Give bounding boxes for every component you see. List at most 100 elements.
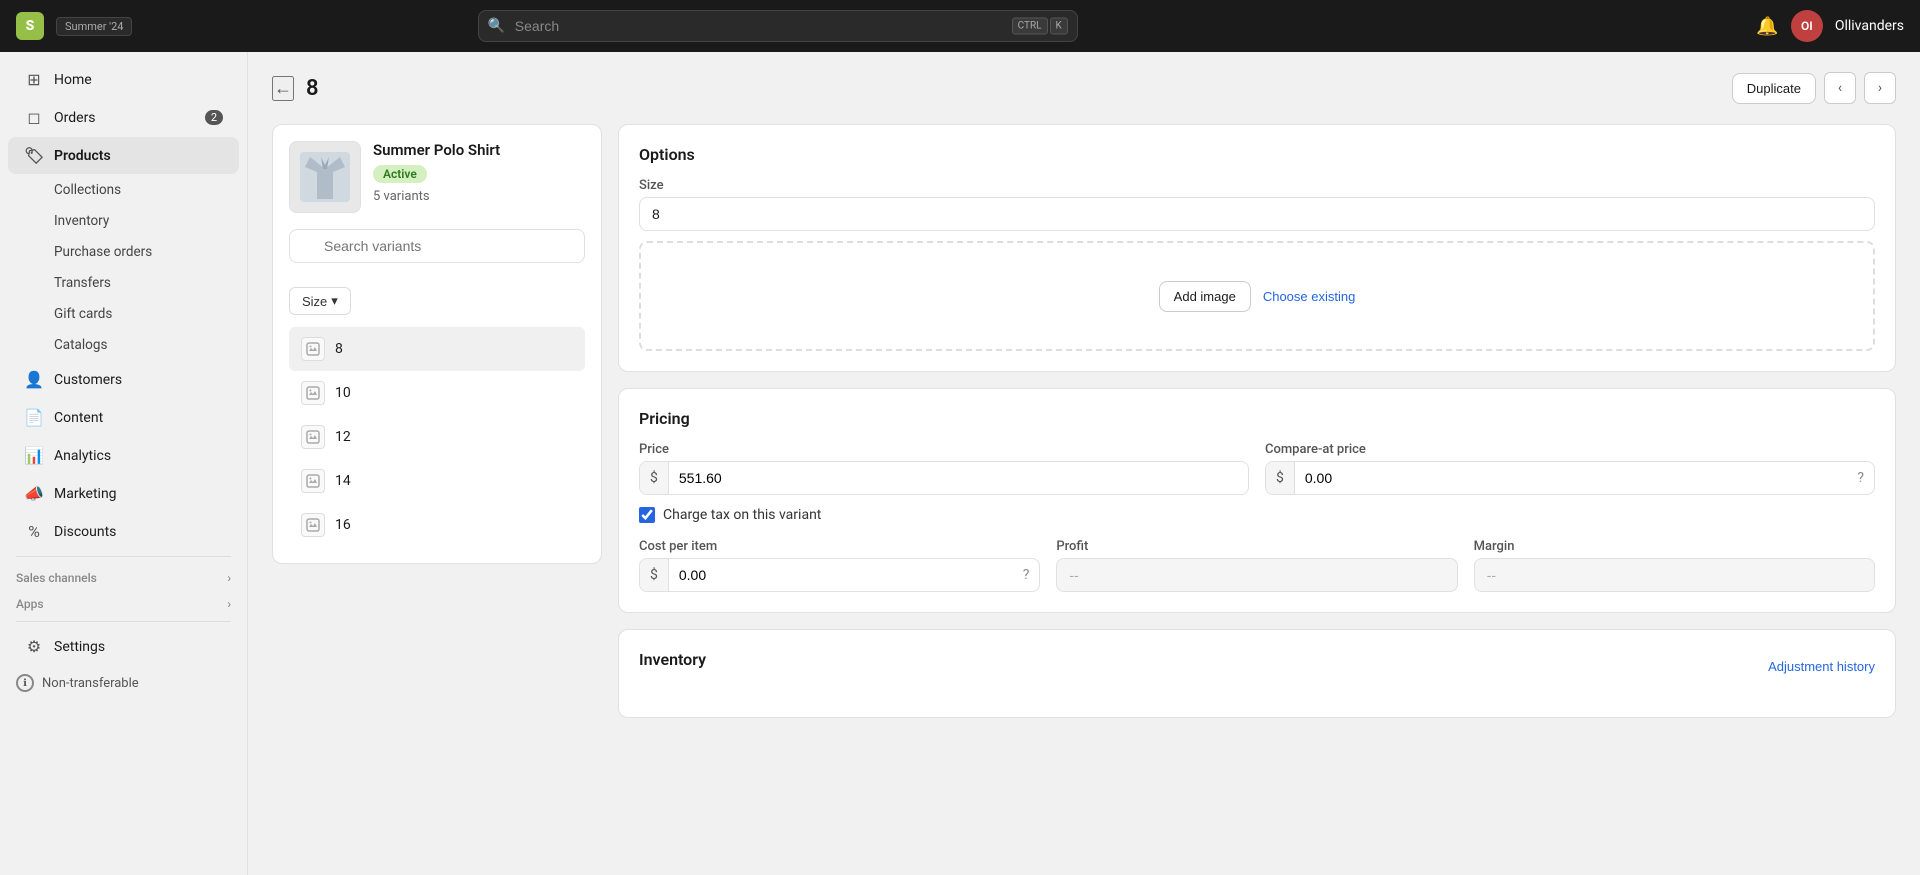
charge-tax-row: Charge tax on this variant [639,507,1875,523]
inventory-title: Inventory [639,650,706,669]
profit-field: Profit [1056,539,1457,592]
size-field-input[interactable] [639,197,1875,231]
notifications-icon[interactable]: 🔔 [1756,16,1778,37]
variant-label: 12 [335,429,351,445]
search-variants-input[interactable] [289,229,585,263]
margin-label: Margin [1474,539,1875,554]
apps-section[interactable]: Apps › [0,589,247,615]
sidebar-item-settings[interactable]: ⚙ Settings [8,628,239,665]
price-input[interactable] [669,462,1248,494]
user-name: Ollivanders [1835,18,1904,34]
price-currency: $ [640,462,669,494]
inventory-label: Inventory [54,213,109,229]
variant-item[interactable]: 12 [289,415,585,459]
sidebar-item-gift-cards[interactable]: Gift cards [8,299,239,329]
variant-image-icon [301,469,325,493]
avatar[interactable]: OI [1791,10,1823,42]
sidebar-item-catalogs[interactable]: Catalogs [8,330,239,360]
compare-price-input[interactable] [1295,462,1848,494]
pricing-title: Pricing [639,409,1875,428]
margin-field: Margin [1474,539,1875,592]
orders-badge: 2 [205,110,223,125]
non-transferable-icon: ℹ [16,674,34,692]
sidebar-item-transfers[interactable]: Transfers [8,268,239,298]
non-transferable-item[interactable]: ℹ Non-transferable [0,666,247,700]
search-shortcuts: CTRL K [1012,18,1068,35]
sidebar-item-customers[interactable]: 👤 Customers [8,361,239,398]
status-badge: Active [373,165,427,183]
search-variants-wrapper: 🔍 [289,229,585,275]
products-icon: 🏷 [24,146,44,165]
marketing-icon: 📣 [24,484,44,503]
compare-price-input-wrapper: $ ? [1265,461,1875,495]
home-icon: ⊞ [24,70,44,89]
size-filter-label: Size [302,294,327,309]
variant-item[interactable]: 10 [289,371,585,415]
price-label: Price [639,442,1249,457]
charge-tax-checkbox[interactable] [639,507,655,523]
sidebar-item-home[interactable]: ⊞ Home [8,61,239,98]
choose-existing-button[interactable]: Choose existing [1263,289,1356,304]
product-thumbnail [289,141,361,213]
next-button[interactable]: › [1864,72,1896,104]
right-panel: Options Size Add image Choose existing P… [618,124,1896,718]
sidebar-item-collections[interactable]: Collections [8,175,239,205]
page-header: ← 8 Duplicate ‹ › [272,72,1896,104]
duplicate-button[interactable]: Duplicate [1732,73,1816,104]
options-card: Options Size Add image Choose existing [618,124,1896,372]
search-icon: 🔍 [488,18,505,34]
cost-input-wrapper: $ ? [639,558,1040,592]
variant-label: 16 [335,517,351,533]
sidebar: ⊞ Home ◻ Orders 2 🏷 Products Collections… [0,52,248,875]
cost-grid: Cost per item $ ? Profit M [639,539,1875,592]
pricing-card: Pricing Price $ Compare-at price [618,388,1896,613]
back-button[interactable]: ← [272,76,294,101]
variant-item[interactable]: 16 [289,503,585,547]
sidebar-item-products[interactable]: 🏷 Products [8,137,239,174]
margin-input [1474,558,1875,592]
sales-channels-section[interactable]: Sales channels › [0,563,247,589]
pricing-grid: Price $ Compare-at price $ ? [639,442,1875,495]
variant-item[interactable]: 8 [289,327,585,371]
shopify-logo[interactable]: S [16,12,44,40]
inventory-header: Inventory Adjustment history [639,650,1875,683]
apps-label: Apps [16,597,44,611]
search-input[interactable] [478,10,1078,42]
settings-icon: ⚙ [24,637,44,656]
inventory-card: Inventory Adjustment history [618,629,1896,718]
product-info: Summer Polo Shirt Active 5 variants [289,141,585,213]
transfers-label: Transfers [54,275,111,291]
sidebar-label-analytics: Analytics [54,448,111,464]
sidebar-label-home: Home [54,72,92,88]
sidebar-item-marketing[interactable]: 📣 Marketing [8,475,239,512]
catalogs-label: Catalogs [54,337,107,353]
sidebar-item-orders[interactable]: ◻ Orders 2 [8,99,239,136]
cost-help-icon: ? [1013,559,1040,591]
compare-currency: $ [1266,462,1295,494]
cost-input[interactable] [669,559,1013,591]
settings-label: Settings [54,639,105,655]
charge-tax-label: Charge tax on this variant [663,507,821,523]
product-card: Summer Polo Shirt Active 5 variants 🔍 [272,124,602,564]
sidebar-item-discounts[interactable]: % Discounts [8,513,239,550]
gift-cards-label: Gift cards [54,306,112,322]
sidebar-item-analytics[interactable]: 📊 Analytics [8,437,239,474]
top-nav: S Summer '24 🔍 CTRL K 🔔 OI Ollivanders [0,0,1920,52]
sidebar-item-inventory[interactable]: Inventory [8,206,239,236]
size-filter-chevron: ▾ [331,293,338,309]
prev-button[interactable]: ‹ [1824,72,1856,104]
add-image-button[interactable]: Add image [1159,281,1251,312]
sidebar-item-purchase-orders[interactable]: Purchase orders [8,237,239,267]
content-icon: 📄 [24,408,44,427]
variant-image-icon [301,381,325,405]
variant-label: 10 [335,385,351,401]
size-filter-button[interactable]: Size ▾ [289,287,351,315]
sidebar-item-content[interactable]: 📄 Content [8,399,239,436]
variant-label: 14 [335,473,351,489]
price-input-wrapper: $ [639,461,1249,495]
sales-channels-label: Sales channels [16,571,97,585]
variant-item[interactable]: 14 [289,459,585,503]
adjustment-history-button[interactable]: Adjustment history [1768,659,1875,674]
cost-label: Cost per item [639,539,1040,554]
variant-label: 8 [335,341,343,357]
